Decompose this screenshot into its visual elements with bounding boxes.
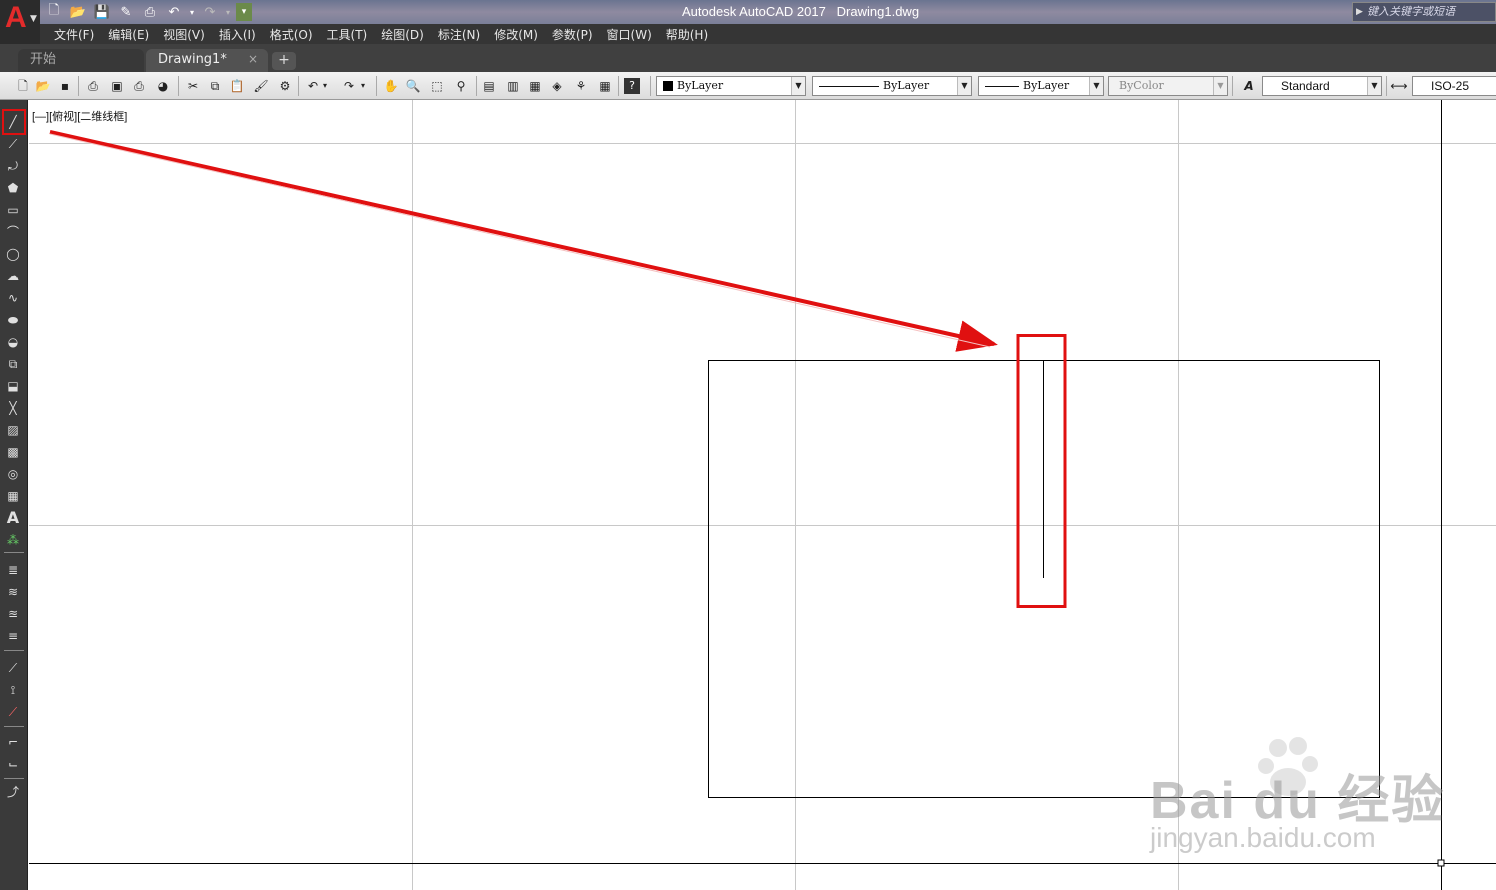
autocad-window: 🗋 📂 💾 ✎ ⎙ ↶ ▾ ↷ ▾ ▾ Autodesk AutoCAD 201… [0,0,1496,890]
viewport-controls[interactable]: [—][俯视][二维线框] [32,108,127,124]
limits-grip[interactable] [1437,859,1445,867]
watermark-url: jingyan.baidu.com [1150,822,1376,853]
annotation-arrow-shadow [49,133,991,348]
annotation-arrow [49,130,998,352]
line-highlight-box [1016,334,1067,608]
